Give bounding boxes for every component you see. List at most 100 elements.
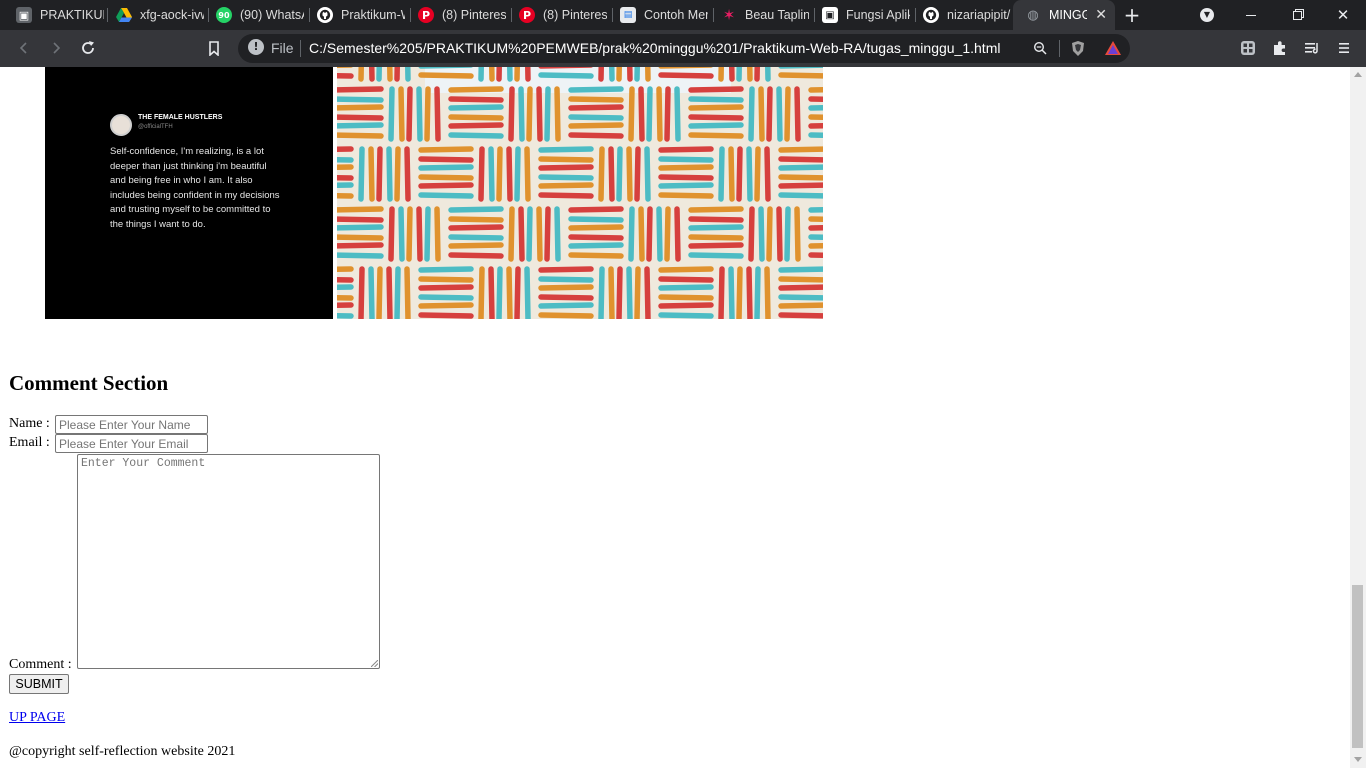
tab-github-praktikum[interactable]: Praktikum-W [305, 0, 407, 30]
brave-shield-icon[interactable] [1068, 38, 1088, 58]
tab-praktikum[interactable]: ▣ PRAKTIKUM [4, 0, 106, 30]
address-url[interactable]: C:/Semester%205/PRAKTIKUM%20PEMWEB/prak%… [309, 40, 1000, 56]
pattern-stroke [337, 192, 354, 199]
new-tab-button[interactable]: + [1120, 3, 1144, 27]
pattern-stroke [508, 86, 515, 142]
reload-button[interactable] [75, 35, 101, 61]
pattern-stroke [536, 86, 543, 142]
pattern-stroke [376, 67, 382, 82]
pattern-stroke [448, 234, 504, 241]
pattern-stroke [628, 206, 635, 262]
page-icon: ▤ [620, 7, 636, 23]
scrollbar-thumb[interactable] [1352, 585, 1363, 748]
pattern-stroke [616, 266, 623, 319]
tab-minggu-active[interactable]: ◍ MINGGU ✕ [1013, 0, 1115, 30]
pattern-stroke [627, 67, 633, 82]
pattern-stroke [337, 284, 354, 291]
tab-pinterest-2[interactable]: P (8) Pinterest [507, 0, 609, 30]
tab-contoh[interactable]: ▤ Contoh Mer [608, 0, 710, 30]
pattern-stroke [746, 146, 753, 202]
pattern-stroke [496, 146, 503, 202]
menu-icon[interactable] [1334, 38, 1354, 58]
pattern-stroke [398, 206, 405, 262]
zoom-icon[interactable] [1030, 38, 1050, 58]
extensions-grid-icon[interactable] [1238, 38, 1258, 58]
pattern-stroke [337, 252, 384, 259]
scroll-down-arrow-icon[interactable] [1354, 757, 1362, 762]
tab-fungsi[interactable]: ▣ Fungsi Aplik [810, 0, 912, 30]
pattern-stroke [688, 206, 744, 213]
pattern-stroke [658, 156, 714, 163]
tab-search-button[interactable]: ▼ [1184, 0, 1230, 30]
pattern-stroke [416, 86, 423, 142]
restore-button[interactable] [1274, 0, 1320, 30]
bookmark-icon [209, 40, 219, 56]
pattern-stroke [337, 302, 354, 309]
pattern-stroke [337, 104, 384, 111]
google-drive-icon [116, 7, 132, 23]
name-input[interactable] [55, 415, 208, 434]
pattern-stroke [368, 146, 375, 202]
pattern-stroke [688, 86, 744, 93]
tab-title: Beau Taplin [745, 8, 809, 22]
pattern-stroke [448, 216, 504, 223]
pattern-stroke [638, 86, 645, 142]
pattern-stroke [554, 86, 561, 142]
pattern-stroke [598, 266, 605, 319]
comment-label: Comment : [9, 657, 72, 672]
pattern-stroke [794, 206, 801, 262]
tab-beau-taplin[interactable]: ✶ Beau Taplin [709, 0, 811, 30]
pattern-stroke [658, 284, 714, 291]
tab-whatsapp[interactable]: 90 (90) WhatsApp [204, 0, 306, 30]
pattern-stroke [525, 67, 531, 82]
back-button[interactable] [11, 35, 37, 61]
tab-pinterest-1[interactable]: P (8) Pinterest [406, 0, 508, 30]
tab-github-nizariapipit[interactable]: nizariapipit/ [911, 0, 1013, 30]
pattern-stroke [337, 146, 354, 153]
pattern-stroke [778, 294, 823, 301]
pattern-stroke [674, 206, 681, 262]
pattern-stroke [568, 234, 624, 241]
minimize-button[interactable] [1228, 0, 1274, 30]
pattern-stroke [478, 266, 485, 319]
pattern-stroke [448, 104, 504, 111]
pattern-stroke [808, 243, 823, 249]
email-input[interactable] [55, 434, 208, 453]
close-window-button[interactable]: ✕ [1320, 0, 1366, 30]
pattern-stroke [337, 174, 354, 181]
tab-title: xfg-aock-ivw [140, 8, 204, 22]
pattern-stroke [337, 206, 384, 213]
pattern-stroke [337, 122, 384, 129]
pattern-stroke [518, 86, 525, 142]
pattern-stroke [506, 266, 513, 319]
info-icon[interactable]: ! [248, 39, 264, 55]
tab-title: (8) Pinterest [442, 8, 506, 22]
pattern-stroke [398, 86, 405, 142]
up-page-link[interactable]: UP PAGE [9, 710, 65, 726]
pattern-stroke [688, 122, 744, 129]
pattern-stroke [808, 234, 823, 240]
pattern-stroke [688, 132, 744, 139]
tab-title: PRAKTIKUM [40, 8, 104, 22]
close-tab-icon[interactable]: ✕ [1095, 7, 1107, 23]
pattern-stroke [418, 266, 474, 273]
pattern-stroke [646, 86, 653, 142]
pattern-stroke [626, 266, 633, 319]
pattern-stroke [568, 206, 624, 213]
pattern-stroke [754, 266, 761, 319]
bookmark-button[interactable] [201, 35, 227, 61]
quote-handle: @officialTFH [138, 124, 173, 130]
forward-button[interactable] [43, 35, 69, 61]
pattern-stroke [536, 206, 543, 262]
puzzle-icon[interactable] [1270, 38, 1290, 58]
scroll-up-arrow-icon[interactable] [1354, 72, 1362, 77]
tab-google-drive[interactable]: xfg-aock-ivw [104, 0, 206, 30]
pattern-stroke [337, 242, 384, 249]
submit-button[interactable]: SUBMIT [9, 674, 69, 694]
media-control-icon[interactable] [1302, 38, 1322, 58]
resize-handle-icon[interactable] [371, 660, 378, 667]
pattern-stroke [418, 182, 474, 189]
comment-textarea[interactable] [77, 454, 380, 669]
brave-rewards-icon[interactable] [1103, 38, 1123, 58]
pattern-stroke [337, 234, 384, 241]
